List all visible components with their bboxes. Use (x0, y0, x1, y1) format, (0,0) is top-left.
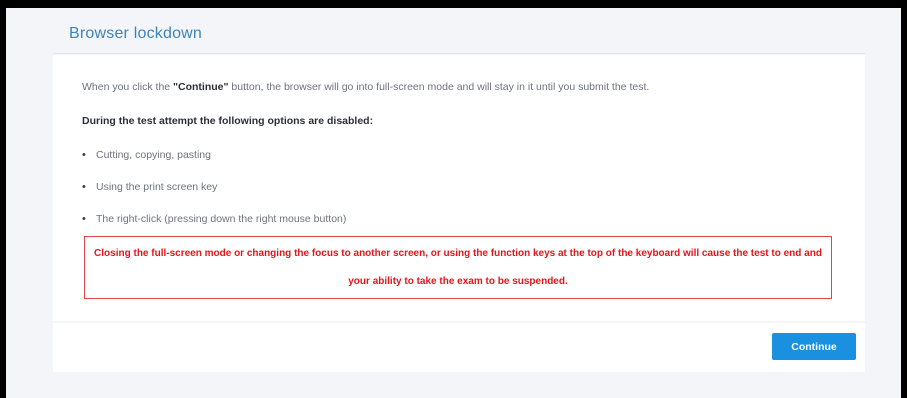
list-item: • Cutting, copying, pasting (82, 149, 211, 161)
disabled-options-heading: During the test attempt the following op… (82, 115, 374, 127)
intro-prefix: When you click the (82, 81, 174, 93)
intro-text: When you click the "Continue" button, th… (82, 81, 649, 93)
intro-highlight: "Continue" (173, 81, 229, 93)
dialog-footer: Continue (53, 323, 865, 372)
list-item: • The right-click (pressing down the righ… (82, 213, 346, 225)
title-divider (53, 53, 865, 54)
warning-box: Closing the full-screen mode or changing… (84, 236, 832, 299)
list-item: • Using the print screen key (82, 181, 217, 193)
dialog-title: Browser lockdown (69, 25, 203, 42)
bullet-icon: • (82, 181, 86, 193)
option-label: Using the print screen key (96, 181, 218, 193)
bullet-icon: • (82, 213, 86, 225)
warning-text: Closing the full-screen mode or changing… (94, 247, 822, 287)
lockdown-dialog: Browser lockdown When you click the "Con… (6, 8, 901, 398)
dialog-body: When you click the "Continue" button, th… (53, 55, 865, 321)
continue-button[interactable]: Continue (772, 333, 856, 360)
bullet-icon: • (82, 149, 86, 161)
option-label: Cutting, copying, pasting (96, 149, 211, 161)
option-label: The right-click (pressing down the right… (96, 213, 347, 225)
intro-suffix: button, the browser will go into full-sc… (228, 81, 650, 93)
